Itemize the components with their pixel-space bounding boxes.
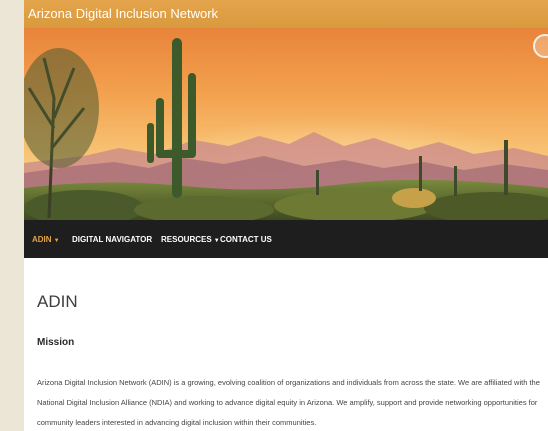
nav-item-label: CONTACT US <box>220 235 272 244</box>
nav-item-label: ADIN <box>32 235 52 244</box>
nav-item-digital-navigator[interactable]: DIGITAL NAVIGATOR <box>72 235 152 244</box>
site-header: Arizona Digital Inclusion Network <box>24 0 548 28</box>
page-title: ADIN <box>37 292 78 311</box>
nav-item-contact-us[interactable]: CONTACT US <box>220 235 272 244</box>
mission-paragraph: Arizona Digital Inclusion Network (ADIN)… <box>37 378 540 427</box>
nav-item-label: DIGITAL NAVIGATOR <box>72 235 153 244</box>
page-container: Arizona Digital Inclusion Network ADIN ▼… <box>24 0 548 431</box>
chevron-down-icon: ▼ <box>53 238 60 244</box>
nav-item-resources[interactable]: RESOURCES ▼ <box>161 235 220 244</box>
nav-item-label: RESOURCES <box>161 235 212 244</box>
section-heading: Mission <box>37 337 75 348</box>
site-title[interactable]: Arizona Digital Inclusion Network <box>28 6 218 21</box>
hero-banner-image <box>24 28 548 220</box>
main-navigation: ADIN ▼ DIGITAL NAVIGATOR RESOURCES ▼ CONTA… <box>24 220 548 258</box>
nav-item-adin[interactable]: ADIN ▼ <box>32 235 60 244</box>
chevron-down-icon: ▼ <box>213 238 220 244</box>
